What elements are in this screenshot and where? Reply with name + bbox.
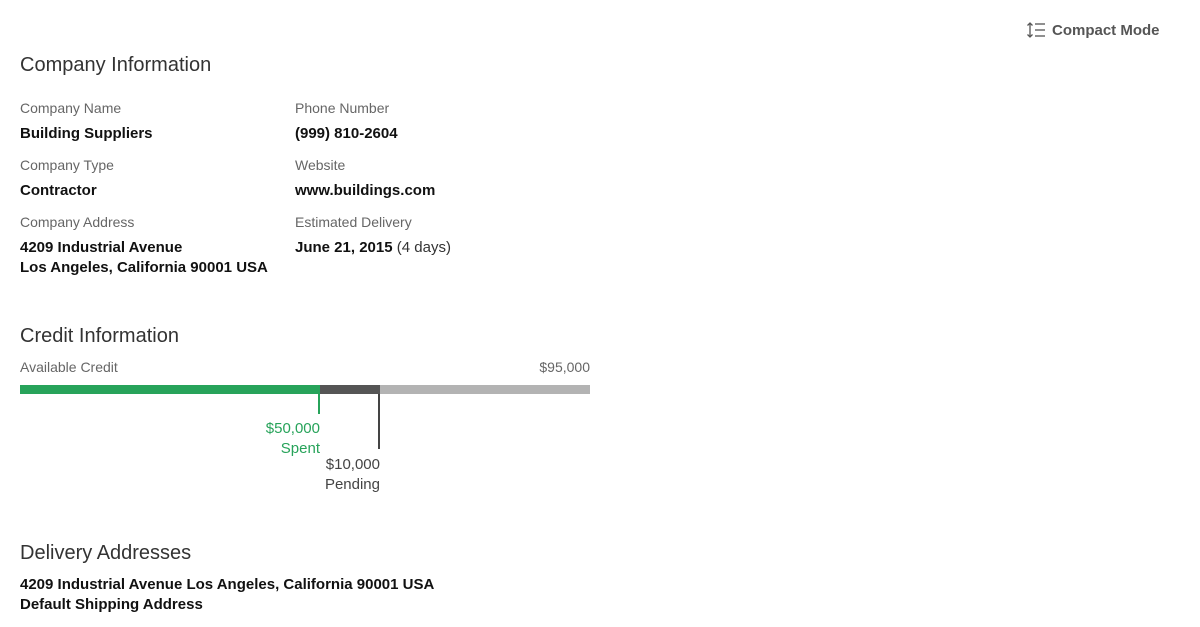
spent-label: Spent: [280, 440, 320, 457]
company-name-label: Company Name: [20, 100, 122, 116]
spent-marker-line: [318, 394, 320, 414]
pending-marker-label: $10,000 Pending: [325, 455, 380, 495]
compact-mode-label: Compact Mode: [1052, 21, 1160, 39]
company-type-label: Company Type: [20, 157, 114, 173]
credit-total-value: $95,000: [539, 359, 590, 375]
spent-amount: $50,000: [265, 420, 320, 437]
phone-value: (999) 810-2604: [295, 125, 398, 142]
company-info-title: Company Information: [20, 54, 212, 76]
pending-amount: $10,000: [325, 456, 380, 473]
credit-bar: [20, 385, 590, 394]
phone-label: Phone Number: [295, 100, 390, 116]
delivery-addresses-title: Delivery Addresses: [20, 542, 192, 564]
company-name-value: Building Suppliers: [20, 125, 153, 142]
credit-bar-pending: [320, 385, 380, 394]
delivery-address: 4209 Industrial Avenue Los Angeles, Cali…: [20, 576, 435, 593]
pending-label: Pending: [324, 476, 380, 493]
company-address-label: Company Address: [20, 214, 135, 230]
credit-bar-spent: [20, 385, 320, 394]
company-type-value: Contractor: [20, 182, 97, 199]
line-spacing-icon: [1026, 21, 1046, 39]
credit-info-title: Credit Information: [20, 325, 179, 347]
spent-marker-label: $50,000 Spent: [266, 419, 320, 459]
default-shipping-label: Default Shipping Address: [20, 596, 203, 613]
estimated-delivery-date: June 21, 2015: [295, 239, 393, 256]
website-value: www.buildings.com: [295, 182, 436, 199]
pending-marker-line: [378, 394, 380, 449]
company-address-line1: 4209 Industrial Avenue: [20, 239, 183, 256]
compact-mode-button[interactable]: Compact Mode: [1026, 21, 1160, 39]
estimated-delivery-value: June 21, 2015 (4 days): [295, 238, 451, 258]
company-address-value: 4209 Industrial Avenue Los Angeles, Cali…: [20, 238, 268, 278]
company-address-line2: Los Angeles, California 90001 USA: [20, 259, 268, 276]
estimated-delivery-label: Estimated Delivery: [295, 214, 412, 230]
estimated-delivery-days: (4 days): [396, 239, 451, 256]
website-label: Website: [295, 157, 346, 173]
